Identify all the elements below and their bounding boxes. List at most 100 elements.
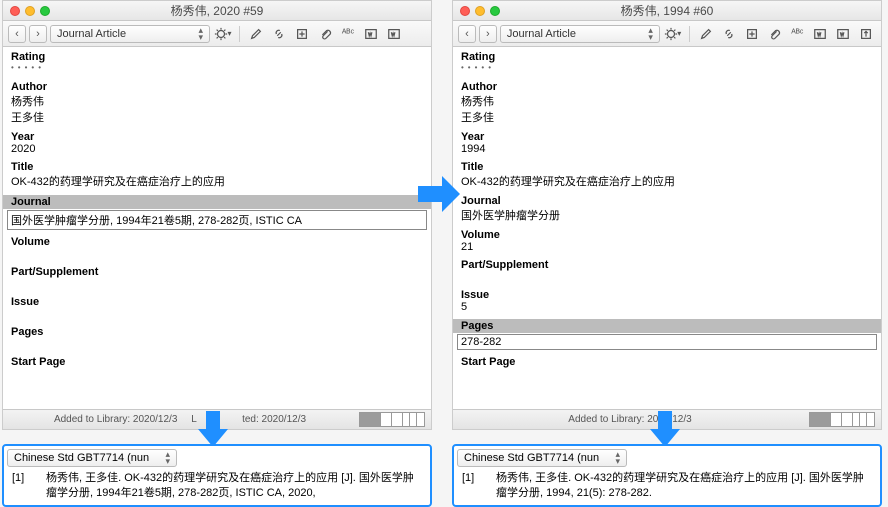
field-year[interactable]: Year 1994 — [461, 131, 873, 155]
layout-fields-button[interactable] — [809, 412, 831, 427]
insert-citation-icon[interactable] — [742, 25, 762, 43]
field-rating[interactable]: Rating ••••• — [461, 51, 873, 75]
citation-style-select[interactable]: Chinese Std GBT7714 (nun ▴▾ — [457, 449, 627, 467]
field-year[interactable]: Year 2020 — [11, 131, 423, 155]
citation-style-select[interactable]: Chinese Std GBT7714 (nun ▴▾ — [7, 449, 177, 467]
field-issue[interactable]: Issue 5 — [461, 289, 873, 313]
back-button[interactable]: ‹ — [8, 25, 26, 43]
layout-preview-button[interactable] — [403, 412, 425, 427]
field-part[interactable]: Part/Supplement — [461, 259, 873, 283]
field-label: Issue — [11, 296, 423, 308]
spellcheck-icon[interactable]: ᴬᴮᶜ — [787, 25, 807, 43]
insert-citation-icon[interactable] — [292, 25, 312, 43]
citation-body: 杨秀伟, 王多佳. OK-432的药理学研究及在癌症治疗上的应用 [J]. 国外… — [46, 471, 422, 501]
chevron-updown-icon: ▴▾ — [615, 451, 620, 465]
pencil-icon[interactable] — [246, 25, 266, 43]
export-icon[interactable] — [856, 25, 876, 43]
author-1[interactable]: 杨秀伟 — [11, 93, 423, 109]
reference-window-left: 杨秀伟, 2020 #59 ‹ › Journal Article ▴▾ ▾ ᴬ… — [2, 0, 432, 430]
word-icon-2[interactable] — [384, 25, 404, 43]
minimize-icon[interactable] — [475, 6, 485, 16]
year-value[interactable]: 1994 — [461, 143, 873, 155]
word-icon-1[interactable] — [810, 25, 830, 43]
field-label: Year — [11, 131, 423, 143]
close-icon[interactable] — [460, 6, 470, 16]
field-journal[interactable]: Journal 国外医学肿瘤学分册 — [461, 195, 873, 223]
layout-split-button[interactable] — [381, 412, 403, 427]
layout-split-button[interactable] — [831, 412, 853, 427]
field-rating[interactable]: Rating ••••• — [11, 51, 423, 75]
layout-preview-button[interactable] — [853, 412, 875, 427]
field-issue[interactable]: Issue — [11, 296, 423, 320]
chevron-updown-icon: ▴▾ — [165, 451, 170, 465]
author-1[interactable]: 杨秀伟 — [461, 93, 873, 109]
gear-icon[interactable]: ▾ — [213, 25, 233, 43]
field-volume[interactable]: Volume — [11, 236, 423, 260]
field-journal[interactable]: Journal 国外医学肿瘤学分册, 1994年21卷5期, 278-282页,… — [11, 195, 423, 230]
reference-type-label: Journal Article — [57, 28, 126, 40]
issue-value[interactable]: 5 — [461, 301, 873, 313]
pages-value[interactable]: 278-282 — [457, 334, 877, 350]
field-label: Pages — [453, 319, 881, 333]
close-icon[interactable] — [10, 6, 20, 16]
field-label: Rating — [11, 51, 423, 63]
titlebar[interactable]: 杨秀伟, 1994 #60 — [453, 1, 881, 21]
fields-panel: Rating ••••• Author 杨秀伟 王多佳 Year 2020 Ti… — [3, 47, 431, 409]
field-volume[interactable]: Volume 21 — [461, 229, 873, 253]
journal-value[interactable]: 国外医学肿瘤学分册 — [461, 207, 873, 223]
field-part[interactable]: Part/Supplement — [11, 266, 423, 290]
field-startpage[interactable]: Start Page — [461, 356, 873, 368]
separator — [689, 26, 690, 42]
pages-value[interactable] — [11, 338, 423, 350]
word-icon-2[interactable] — [833, 25, 853, 43]
volume-value[interactable] — [11, 248, 423, 260]
citation-style-label: Chinese Std GBT7714 (nun — [14, 452, 149, 464]
chevron-updown-icon: ▴▾ — [198, 27, 203, 41]
field-label: Issue — [461, 289, 873, 301]
field-label: Part/Supplement — [461, 259, 873, 271]
part-value[interactable] — [461, 271, 873, 283]
citation-preview-right: Chinese Std GBT7714 (nun ▴▾ [1] 杨秀伟, 王多佳… — [452, 444, 882, 507]
toolbar: ‹ › Journal Article ▴▾ ▾ ᴬᴮᶜ — [3, 21, 431, 47]
title-value[interactable]: OK-432的药理学研究及在癌症治疗上的应用 — [461, 173, 873, 189]
links-icon[interactable] — [269, 25, 289, 43]
field-pages[interactable]: Pages — [11, 326, 423, 350]
minimize-icon[interactable] — [25, 6, 35, 16]
forward-button[interactable]: › — [29, 25, 47, 43]
word-icon-1[interactable] — [361, 25, 381, 43]
reference-type-select[interactable]: Journal Article ▴▾ — [500, 25, 660, 43]
volume-value[interactable]: 21 — [461, 241, 873, 253]
field-author[interactable]: Author 杨秀伟 王多佳 — [11, 81, 423, 125]
rating-value[interactable]: ••••• — [11, 63, 423, 75]
field-pages[interactable]: Pages 278-282 — [461, 319, 873, 350]
attachment-icon[interactable] — [764, 25, 784, 43]
journal-value[interactable]: 国外医学肿瘤学分册, 1994年21卷5期, 278-282页, ISTIC C… — [7, 210, 427, 230]
layout-fields-button[interactable] — [359, 412, 381, 427]
toolbar: ‹ › Journal Article ▴▾ ▾ ᴬᴮᶜ — [453, 21, 881, 47]
pencil-icon[interactable] — [696, 25, 716, 43]
field-title[interactable]: Title OK-432的药理学研究及在癌症治疗上的应用 — [461, 161, 873, 189]
field-label: Year — [461, 131, 873, 143]
spellcheck-icon[interactable]: ᴬᴮᶜ — [338, 25, 358, 43]
field-title[interactable]: Title OK-432的药理学研究及在癌症治疗上的应用 — [11, 161, 423, 189]
author-2[interactable]: 王多佳 — [461, 109, 873, 125]
field-author[interactable]: Author 杨秀伟 王多佳 — [461, 81, 873, 125]
zoom-icon[interactable] — [490, 6, 500, 16]
gear-icon[interactable]: ▾ — [663, 25, 683, 43]
titlebar[interactable]: 杨秀伟, 2020 #59 — [3, 1, 431, 21]
part-value[interactable] — [11, 278, 423, 290]
issue-value[interactable] — [11, 308, 423, 320]
window-title: 杨秀伟, 2020 #59 — [3, 2, 431, 19]
field-label: Start Page — [461, 356, 873, 368]
title-value[interactable]: OK-432的药理学研究及在癌症治疗上的应用 — [11, 173, 423, 189]
rating-value[interactable]: ••••• — [461, 63, 873, 75]
links-icon[interactable] — [719, 25, 739, 43]
field-startpage[interactable]: Start Page — [11, 356, 423, 368]
attachment-icon[interactable] — [315, 25, 335, 43]
reference-type-select[interactable]: Journal Article ▴▾ — [50, 25, 210, 43]
year-value[interactable]: 2020 — [11, 143, 423, 155]
forward-button[interactable]: › — [479, 25, 497, 43]
author-2[interactable]: 王多佳 — [11, 109, 423, 125]
zoom-icon[interactable] — [40, 6, 50, 16]
back-button[interactable]: ‹ — [458, 25, 476, 43]
